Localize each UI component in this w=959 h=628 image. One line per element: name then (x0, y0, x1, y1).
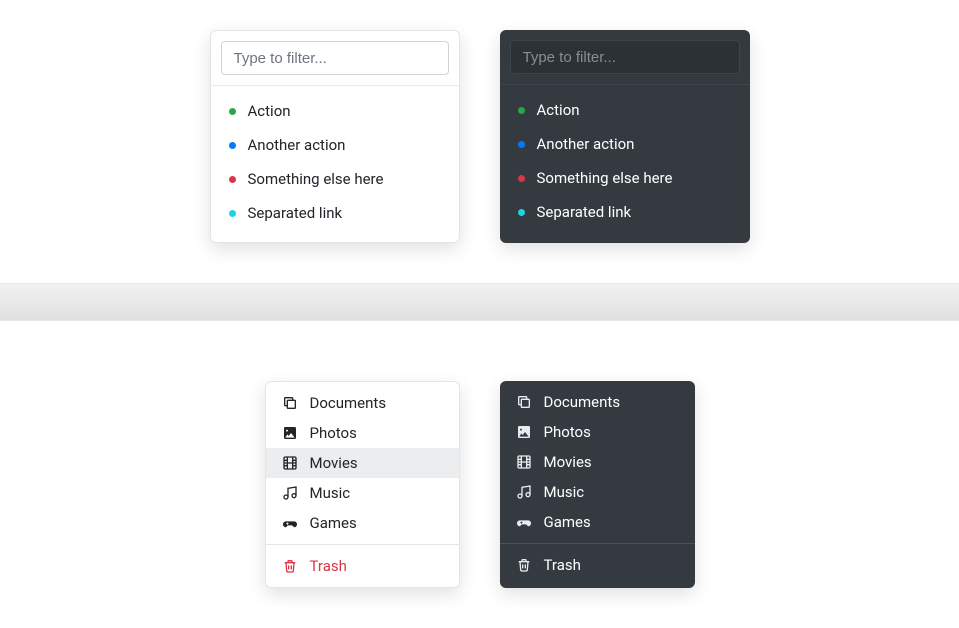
menu-separator (266, 544, 459, 545)
menu-item-something-else[interactable]: Something else here (500, 161, 750, 195)
section-divider (0, 283, 959, 321)
gamepad-icon (516, 514, 532, 530)
trash-icon (282, 558, 298, 574)
dot-blue-icon (518, 141, 525, 148)
menu-item-trash[interactable]: Trash (500, 550, 695, 580)
menu-item-label: Separated link (537, 203, 632, 221)
dropdown-menu-light: Action Another action Something else her… (210, 30, 460, 243)
menu-item-label: Music (310, 484, 351, 502)
dot-cyan-icon (518, 209, 525, 216)
menu-item-label: Action (248, 102, 291, 120)
menu-item-separated-link[interactable]: Separated link (500, 195, 750, 229)
dot-blue-icon (229, 142, 236, 149)
menu-item-action[interactable]: Action (211, 94, 459, 128)
menu-item-label: Games (310, 514, 357, 532)
gamepad-icon (282, 515, 298, 531)
music-icon (282, 485, 298, 501)
dropdown-body: Action Another action Something else her… (211, 86, 459, 242)
menu-item-label: Something else here (248, 170, 384, 188)
menu-item-something-else[interactable]: Something else here (211, 162, 459, 196)
menu-item-label: Documents (544, 393, 621, 411)
menu-item-label: Games (544, 513, 591, 531)
menu-item-label: Music (544, 483, 585, 501)
menu-item-label: Action (537, 101, 580, 119)
film-icon (282, 455, 298, 471)
image-icon (516, 424, 532, 440)
film-icon (516, 454, 532, 470)
menu-item-label: Trash (544, 556, 581, 574)
icon-menu-light: Documents Photos Movies Music Games (265, 381, 460, 588)
menu-item-documents[interactable]: Documents (266, 388, 459, 418)
trash-icon (516, 557, 532, 573)
menu-item-photos[interactable]: Photos (500, 417, 695, 447)
menu-item-movies[interactable]: Movies (500, 447, 695, 477)
menu-item-games[interactable]: Games (266, 508, 459, 538)
dot-green-icon (518, 107, 525, 114)
filter-menus-row: Action Another action Something else her… (0, 0, 959, 283)
menu-item-label: Documents (310, 394, 387, 412)
menu-item-movies[interactable]: Movies (266, 448, 459, 478)
filter-input[interactable] (510, 40, 740, 74)
menu-item-music[interactable]: Music (266, 478, 459, 508)
menu-item-trash[interactable]: Trash (266, 551, 459, 581)
menu-item-label: Separated link (248, 204, 343, 222)
copy-icon (516, 394, 532, 410)
dot-green-icon (229, 108, 236, 115)
icon-menu-dark: Documents Photos Movies Music Games (500, 381, 695, 588)
filter-input[interactable] (221, 41, 449, 75)
menu-item-documents[interactable]: Documents (500, 387, 695, 417)
menu-separator (500, 543, 695, 544)
icon-menus-row: Documents Photos Movies Music Games (0, 321, 959, 628)
menu-item-photos[interactable]: Photos (266, 418, 459, 448)
menu-item-label: Trash (310, 557, 347, 575)
menu-item-label: Photos (544, 423, 591, 441)
menu-item-label: Another action (537, 135, 635, 153)
menu-item-label: Something else here (537, 169, 673, 187)
menu-item-label: Movies (544, 453, 592, 471)
menu-item-separated-link[interactable]: Separated link (211, 196, 459, 230)
dot-red-icon (229, 176, 236, 183)
menu-item-action[interactable]: Action (500, 93, 750, 127)
dot-cyan-icon (229, 210, 236, 217)
dot-red-icon (518, 175, 525, 182)
menu-item-label: Photos (310, 424, 357, 442)
filter-wrap (211, 31, 459, 86)
menu-item-another-action[interactable]: Another action (211, 128, 459, 162)
menu-item-another-action[interactable]: Another action (500, 127, 750, 161)
dropdown-body: Action Another action Something else her… (500, 85, 750, 241)
copy-icon (282, 395, 298, 411)
dropdown-menu-dark: Action Another action Something else her… (500, 30, 750, 243)
image-icon (282, 425, 298, 441)
menu-item-games[interactable]: Games (500, 507, 695, 537)
menu-item-label: Another action (248, 136, 346, 154)
menu-item-label: Movies (310, 454, 358, 472)
music-icon (516, 484, 532, 500)
menu-item-music[interactable]: Music (500, 477, 695, 507)
filter-wrap (500, 30, 750, 85)
